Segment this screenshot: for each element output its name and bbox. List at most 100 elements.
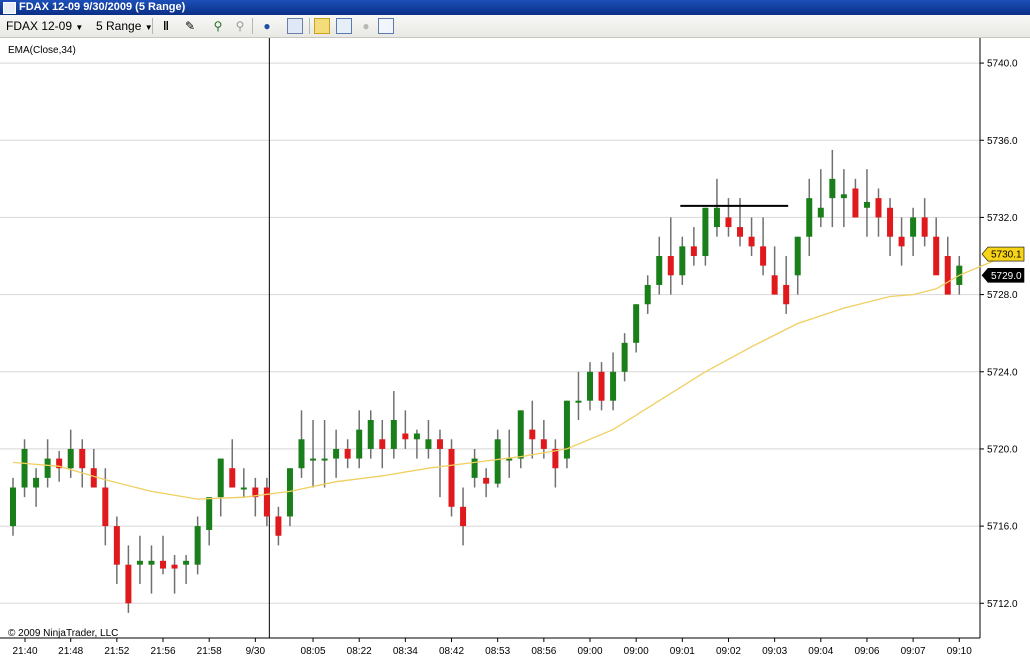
candle-body-down: [748, 236, 755, 247]
x-tick-label: 09:06: [854, 646, 879, 657]
candle-body-up: [425, 439, 432, 449]
candle-body-up: [321, 458, 328, 461]
x-tick-label: 09:04: [808, 646, 833, 657]
candle-body-up: [806, 198, 813, 237]
candle-body-down: [737, 227, 744, 237]
candle-body-up: [633, 304, 640, 343]
strategy-icon[interactable]: [314, 18, 330, 34]
candle-body-down: [125, 564, 132, 604]
zoom-out-icon[interactable]: ⚲: [232, 18, 248, 34]
candle-body-down: [667, 256, 674, 276]
x-tick-label: 09:02: [716, 646, 741, 657]
candle-body-up: [217, 458, 224, 498]
candle-body-down: [725, 217, 732, 228]
candle-body-up: [702, 207, 709, 257]
candle-body-up: [21, 448, 28, 488]
candle-body-down: [90, 468, 97, 488]
candle-body-up: [298, 439, 305, 469]
candle-body-down: [529, 429, 536, 440]
candle-body-up: [183, 560, 190, 565]
y-tick-label: 5732.0: [987, 213, 1018, 224]
price-chart[interactable]: 5712.0 5716.0 5720.0 5724.0 5728.0 5732.0 5736…: [0, 38, 1030, 664]
candle-body-up: [356, 429, 363, 459]
y-tick-label: 5740.0: [987, 59, 1018, 70]
candle-body-up: [206, 497, 213, 530]
drawing-pen-icon[interactable]: ✎: [182, 18, 198, 34]
candle-body-up: [67, 448, 74, 469]
x-tick-label: 08:05: [301, 646, 326, 657]
toolbar-divider: [152, 18, 153, 34]
candle-body-up: [333, 448, 340, 459]
candle-body-up: [794, 236, 801, 276]
candle-body-up: [863, 201, 870, 208]
candle-body-up: [413, 433, 420, 440]
candle-body-down: [102, 487, 109, 527]
price-marker: 5730.1: [981, 246, 1025, 262]
candle-body-down: [275, 516, 282, 536]
candle-body-down: [171, 564, 178, 569]
candle-body-down: [379, 439, 386, 449]
window-title: FDAX 12-09 9/30/2009 (5 Range): [19, 1, 186, 13]
candle-body-up: [471, 458, 478, 478]
candle-body-up: [33, 477, 40, 488]
y-tick-label: 5716.0: [987, 522, 1018, 533]
candle-body-down: [344, 448, 351, 459]
y-tick-label: 5724.0: [987, 367, 1018, 378]
candle-body-down: [898, 236, 905, 247]
candle-body-up: [367, 419, 374, 449]
candle-body-up: [910, 217, 917, 237]
price-marker: 5729.0: [981, 267, 1025, 283]
candle-body-up: [148, 560, 155, 565]
x-tick-label: 09:00: [624, 646, 649, 657]
x-tick-label: 09:10: [947, 646, 972, 657]
x-tick-label: 09:03: [762, 646, 787, 657]
chart-toolbar: FDAX 12-09 ▼ 5 Range ▼ ‖ ✎ ⚲ ⚲ ● ●: [0, 15, 1030, 38]
candle-body-down: [436, 439, 443, 449]
toolbar-divider: [252, 18, 253, 34]
candle-body-down: [598, 371, 605, 401]
data-box-icon[interactable]: [378, 18, 394, 34]
candle-body-down: [760, 246, 767, 266]
candle-body-down: [690, 246, 697, 257]
window-title-bar: FDAX 12-09 9/30/2009 (5 Range): [0, 0, 1030, 15]
candle-body-up: [240, 487, 247, 490]
candle-body-down: [933, 236, 940, 276]
candle-body-down: [160, 560, 167, 569]
globe-icon[interactable]: ●: [259, 18, 275, 34]
y-tick-label: 5736.0: [987, 136, 1018, 147]
candle-body-down: [113, 526, 120, 565]
price-marker-label: 5729.0: [991, 271, 1022, 282]
record-icon[interactable]: ●: [358, 18, 374, 34]
indicator-icon[interactable]: [336, 18, 352, 34]
x-tick-label: 21:52: [104, 646, 129, 657]
candle-body-up: [136, 560, 143, 565]
y-tick-label: 5728.0: [987, 290, 1018, 301]
candle-body-down: [921, 217, 928, 237]
x-tick-label: 08:22: [347, 646, 372, 657]
candle-body-down: [887, 207, 894, 237]
candle-body-down: [783, 284, 790, 305]
indicator-label: EMA(Close,34): [8, 45, 76, 56]
chart-background: [0, 38, 1030, 664]
candle-body-down: [944, 256, 951, 295]
zoom-in-icon[interactable]: ⚲: [210, 18, 226, 34]
candle-body-up: [44, 458, 51, 478]
candle-body-down: [263, 487, 270, 517]
bar-type-icon[interactable]: ‖: [158, 18, 174, 34]
x-tick-label: 08:34: [393, 646, 418, 657]
x-tick-label: 08:56: [531, 646, 556, 657]
candle-body-up: [10, 487, 16, 527]
period-selector[interactable]: 5 Range ▼: [96, 15, 153, 37]
candle-body-up: [517, 410, 524, 459]
instrument-selector[interactable]: FDAX 12-09 ▼: [6, 15, 83, 37]
candle-body-up: [610, 371, 617, 401]
candle-body-down: [448, 448, 455, 507]
candle-body-down: [460, 506, 467, 527]
toolbar-divider: [309, 18, 310, 34]
candle-body-down: [540, 439, 547, 449]
candle-body-down: [771, 275, 778, 295]
x-tick-label: 9/30: [246, 646, 266, 657]
x-tick-label: 09:07: [901, 646, 926, 657]
x-tick-label: 21:56: [151, 646, 176, 657]
properties-icon[interactable]: [287, 18, 303, 34]
